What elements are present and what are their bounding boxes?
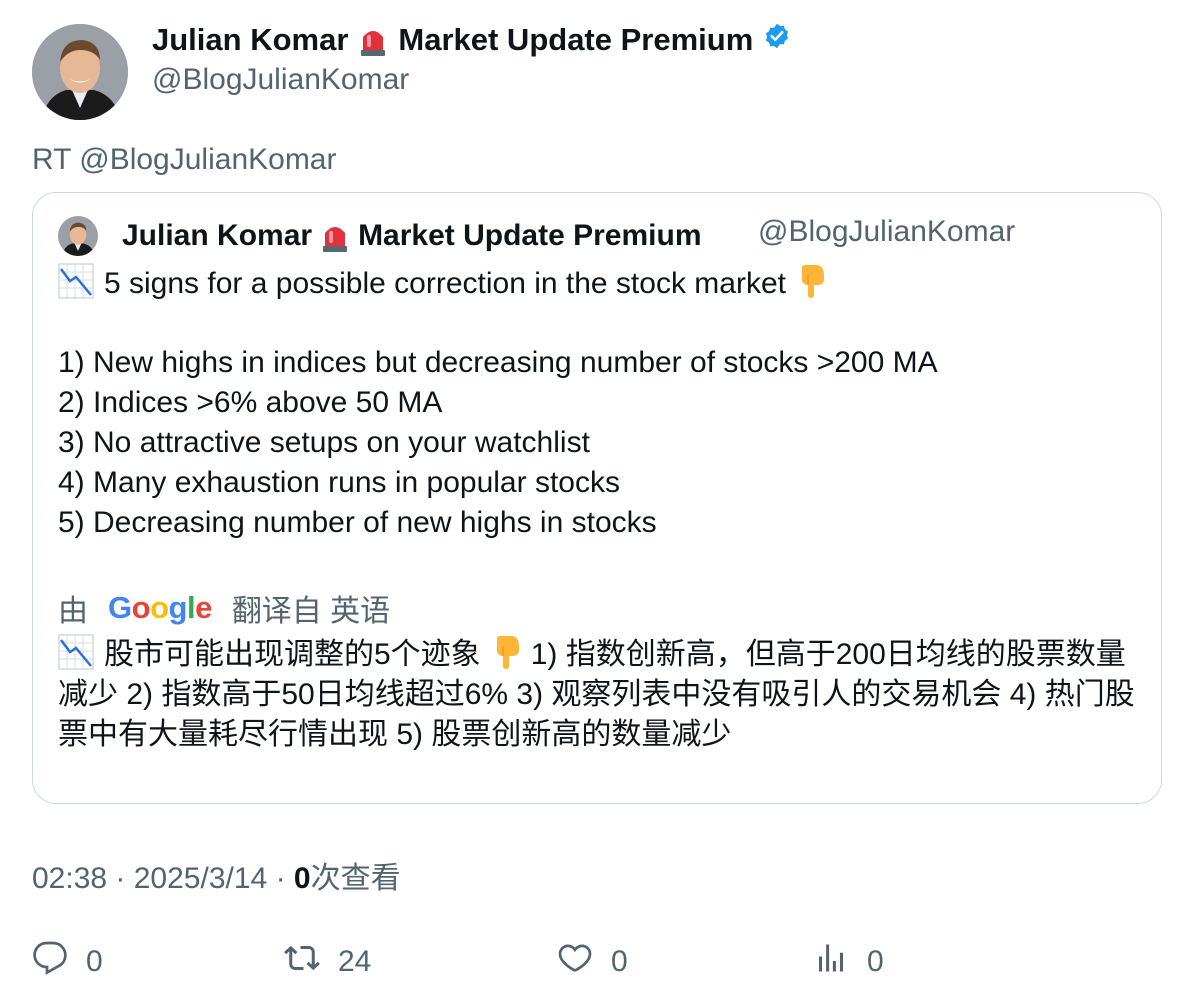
views-count-action: 0 <box>867 945 884 978</box>
retweet-button[interactable]: 24 <box>284 940 371 984</box>
author-name-text: Julian Komar <box>152 22 349 57</box>
views-label: 次查看 <box>310 862 401 895</box>
google-logo: Google <box>108 590 212 625</box>
siren-icon <box>320 219 350 253</box>
retweet-count: 24 <box>338 945 372 978</box>
siren-icon <box>358 23 388 57</box>
like-icon <box>557 940 593 984</box>
quoted-name-suffix: Market Update Premium <box>358 219 702 252</box>
views-count: 0 <box>293 862 311 895</box>
translated-prefix: 由 <box>58 595 88 628</box>
author-display-name[interactable]: Julian Komar Market Update Premium <box>152 22 791 58</box>
quoted-line-3: 3) No attractive setups on your watchlis… <box>58 426 590 459</box>
quoted-headline: 5 signs for a possible correction in the… <box>104 267 786 300</box>
author-handle[interactable]: @BlogJulianKomar <box>152 63 409 97</box>
views-button[interactable]: 0 <box>813 940 884 984</box>
quoted-line-2: 2) Indices >6% above 50 MA <box>58 386 443 419</box>
reply-count: 0 <box>86 945 103 978</box>
quoted-line-1: 1) New highs in indices but decreasing n… <box>58 346 938 379</box>
meta-separator: · <box>275 862 294 895</box>
quoted-author-avatar[interactable] <box>58 216 98 256</box>
quoted-author-name[interactable]: Julian Komar Market Update Premium <box>122 219 702 253</box>
author-name-suffix: Market Update Premium <box>398 22 754 57</box>
translation-attribution: 由 Google 翻译自 英语 <box>58 586 390 630</box>
quoted-line-5: 5) Decreasing number of new highs in sto… <box>58 506 657 539</box>
like-count: 0 <box>611 945 628 978</box>
quoted-line-4: 4) Many exhaustion runs in popular stock… <box>58 466 620 499</box>
retweet-icon <box>284 940 320 984</box>
quoted-headline-line: 5 signs for a possible correction in the… <box>58 263 830 304</box>
meta-separator: · <box>115 862 134 895</box>
chart-decreasing-icon <box>58 263 94 299</box>
translated-suffix: 翻译自 英语 <box>231 595 391 628</box>
reply-button[interactable]: 0 <box>32 940 103 984</box>
tweet-time[interactable]: 02:38 <box>32 862 107 895</box>
views-icon <box>813 940 849 984</box>
like-button[interactable]: 0 <box>557 940 628 984</box>
pointing-down-icon <box>794 263 830 299</box>
reply-icon <box>32 940 68 984</box>
translated-text: 股市可能出现调整的5个迹象 1) 指数创新高，但高于200日均线的股票数量减少 … <box>58 634 1148 755</box>
quoted-name-text: Julian Komar <box>122 219 313 252</box>
tweet-meta: 02:38 · 2025/3/14 · 0次查看 <box>32 853 401 897</box>
author-avatar[interactable] <box>32 24 128 120</box>
translation-headline: 股市可能出现调整的5个迹象 <box>104 638 481 671</box>
chart-decreasing-icon <box>58 634 94 670</box>
verified-badge-icon <box>763 22 791 58</box>
tweet-date[interactable]: 2025/3/14 <box>134 862 267 895</box>
quoted-author-handle[interactable]: @BlogJulianKomar <box>758 215 1015 249</box>
pointing-down-icon <box>489 634 525 670</box>
retweet-line: RT @BlogJulianKomar <box>32 143 337 176</box>
